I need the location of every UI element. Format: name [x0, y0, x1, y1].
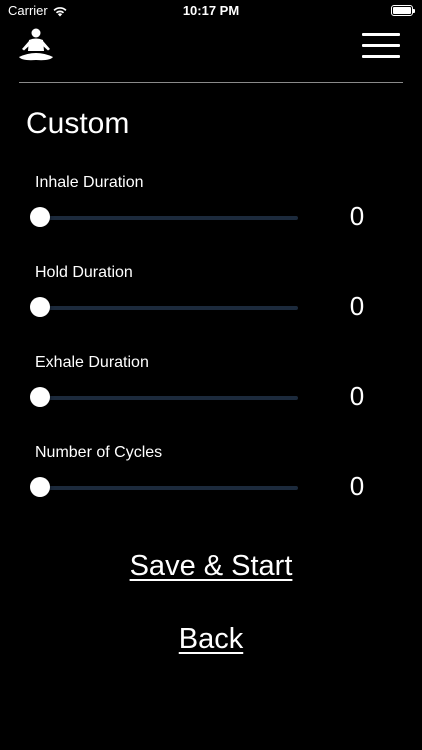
slider-thumb[interactable] [30, 477, 50, 497]
battery-icon [391, 5, 415, 16]
number-of-cycles-label: Number of Cycles [35, 444, 163, 461]
hold-duration-setting: Hold Duration 0 [0, 264, 422, 344]
meditation-icon[interactable] [17, 27, 55, 65]
status-bar: Carrier 10:17 PM [0, 0, 422, 24]
page-title: Custom [26, 107, 130, 140]
exhale-duration-value: 0 [349, 381, 365, 411]
inhale-duration-setting: Inhale Duration 0 [0, 174, 422, 254]
exhale-duration-slider[interactable] [30, 387, 298, 407]
slider-thumb[interactable] [30, 387, 50, 407]
inhale-duration-label: Inhale Duration [35, 174, 144, 191]
slider-thumb[interactable] [30, 207, 50, 227]
inhale-duration-value: 0 [349, 201, 365, 231]
inhale-duration-slider[interactable] [30, 207, 298, 227]
exhale-duration-label: Exhale Duration [35, 354, 149, 371]
header-divider [19, 82, 403, 83]
slider-thumb[interactable] [30, 297, 50, 317]
back-button[interactable]: Back [0, 623, 422, 656]
hold-duration-value: 0 [349, 291, 365, 321]
number-of-cycles-slider[interactable] [30, 477, 298, 497]
exhale-duration-setting: Exhale Duration 0 [0, 354, 422, 434]
hamburger-menu-icon[interactable] [362, 33, 400, 59]
hold-duration-label: Hold Duration [35, 264, 133, 281]
number-of-cycles-setting: Number of Cycles 0 [0, 444, 422, 524]
hold-duration-slider[interactable] [30, 297, 298, 317]
save-start-button[interactable]: Save & Start [0, 550, 422, 583]
status-time: 10:17 PM [182, 3, 240, 18]
number-of-cycles-value: 0 [349, 471, 365, 501]
